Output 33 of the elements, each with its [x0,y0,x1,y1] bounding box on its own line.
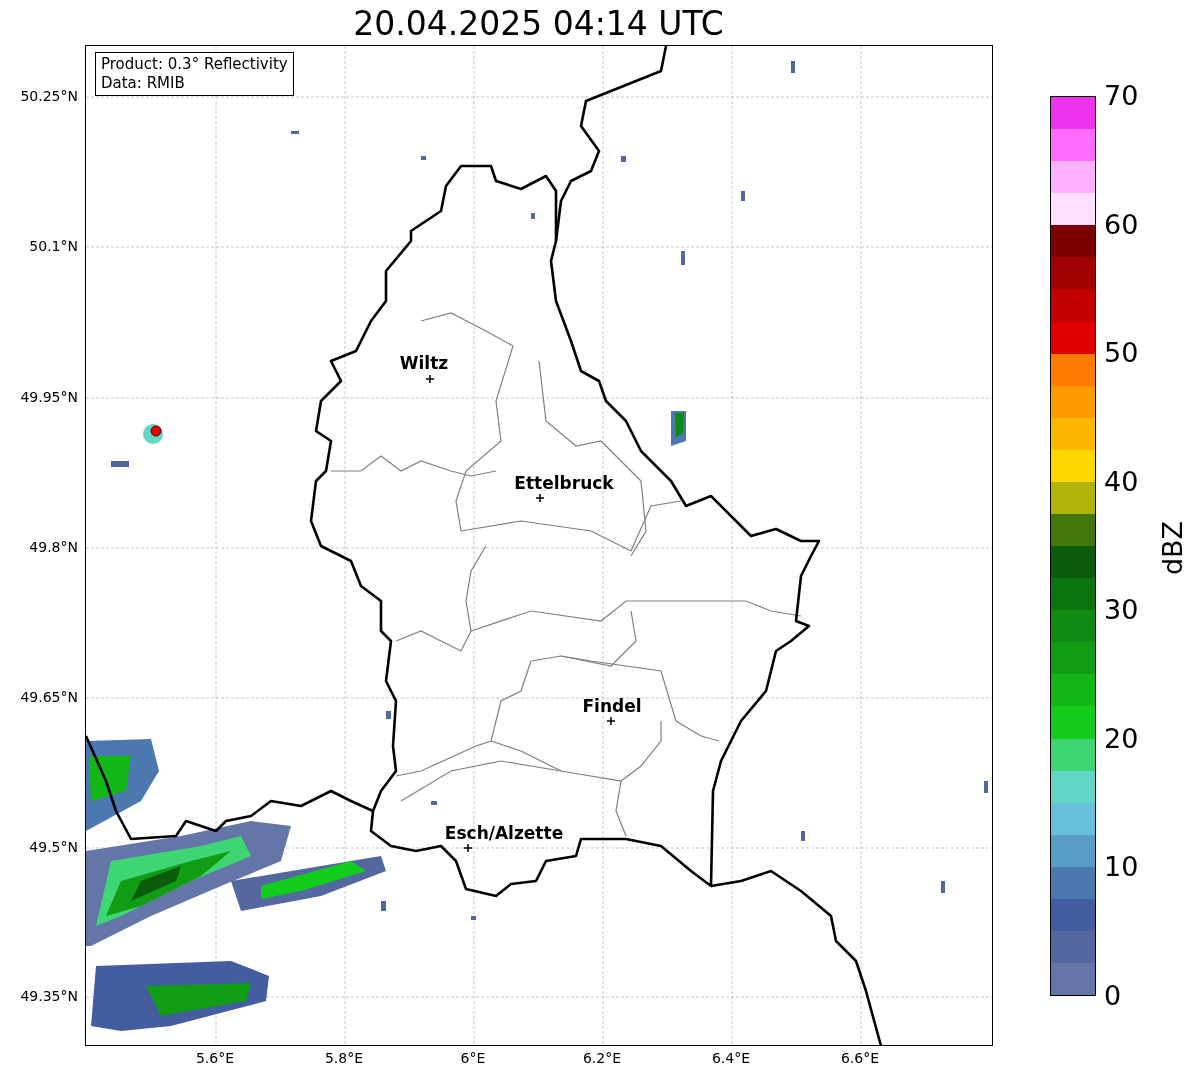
colorbar-tick-label: 0 [1104,981,1122,1011]
colorbar-tick-label: 20 [1104,723,1139,754]
axis-tick-label: 6.6°E [840,1050,880,1066]
city-label: Findel [582,696,642,716]
axis-tick-label: 6.2°E [582,1050,622,1066]
axis-tick-label: 6.4°E [711,1050,751,1066]
city-label: Wiltz [399,353,449,373]
axis-tick-label: 50.25°N [20,88,78,104]
city-marker-icon [536,494,544,502]
axis-tick-label: 49.95°N [20,389,78,405]
axis-tick-label: 5.6°E [195,1050,235,1066]
axis-tick-label: 5.8°E [324,1050,364,1066]
city-marker-icon [426,375,434,383]
chart-title: 20.04.2025 04:14 UTC [352,4,725,43]
info-text: Product: 0.3° Reflectivity [101,55,288,74]
colorbar-tick-label: 30 [1104,595,1139,626]
colorbar-label: dBZ [1156,520,1184,576]
axis-tick-label: 50.1°N [29,238,78,254]
colorbar-tick-label: 60 [1104,209,1139,240]
colorbar-tick-label: 70 [1104,81,1139,111]
city-marker-icon [607,717,615,725]
city-label: Ettelbruck [514,473,614,493]
axis-tick-label: 6°E [460,1050,486,1066]
axis-tick-label: 49.8°N [29,539,78,555]
colorbar-tick-label: 10 [1104,852,1139,883]
city-marker-icon [464,844,472,852]
axis-tick-label: 49.5°N [29,839,78,855]
colorbar-tick-label: 40 [1104,466,1139,497]
axis-tick-label: 49.65°N [20,689,78,705]
axis-tick-label: 49.35°N [20,988,78,1004]
city-label: Esch/Alzette [444,823,564,843]
info-text: Data: RMIB [101,74,186,93]
colorbar-tick-label: 50 [1104,338,1139,369]
